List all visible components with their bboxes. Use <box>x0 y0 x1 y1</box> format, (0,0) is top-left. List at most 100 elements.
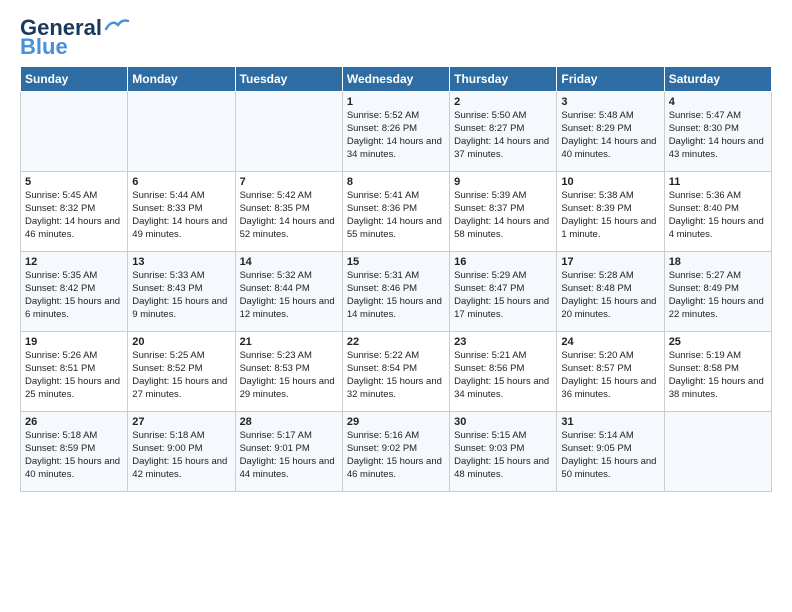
day-info: Sunrise: 5:41 AM Sunset: 8:36 PM Dayligh… <box>347 190 445 241</box>
header-row: SundayMondayTuesdayWednesdayThursdayFrid… <box>21 67 772 92</box>
day-number: 12 <box>25 256 123 268</box>
day-cell: 18 Sunrise: 5:27 AM Sunset: 8:49 PM Dayli… <box>664 252 771 332</box>
day-cell <box>664 412 771 492</box>
day-number: 10 <box>561 176 659 188</box>
day-info: Sunrise: 5:42 AM Sunset: 8:35 PM Dayligh… <box>240 190 338 241</box>
day-number: 22 <box>347 336 445 348</box>
day-cell: 10 Sunrise: 5:38 AM Sunset: 8:39 PM Dayli… <box>557 172 664 252</box>
day-cell <box>235 92 342 172</box>
day-cell: 29 Sunrise: 5:16 AM Sunset: 9:02 PM Dayli… <box>342 412 449 492</box>
day-cell: 13 Sunrise: 5:33 AM Sunset: 8:43 PM Dayli… <box>128 252 235 332</box>
day-info: Sunrise: 5:22 AM Sunset: 8:54 PM Dayligh… <box>347 350 445 401</box>
day-info: Sunrise: 5:36 AM Sunset: 8:40 PM Dayligh… <box>669 190 767 241</box>
day-info: Sunrise: 5:17 AM Sunset: 9:01 PM Dayligh… <box>240 430 338 481</box>
day-number: 28 <box>240 416 338 428</box>
day-info: Sunrise: 5:25 AM Sunset: 8:52 PM Dayligh… <box>132 350 230 401</box>
col-header-wednesday: Wednesday <box>342 67 449 92</box>
day-cell: 17 Sunrise: 5:28 AM Sunset: 8:48 PM Dayli… <box>557 252 664 332</box>
day-info: Sunrise: 5:15 AM Sunset: 9:03 PM Dayligh… <box>454 430 552 481</box>
day-cell: 14 Sunrise: 5:32 AM Sunset: 8:44 PM Dayli… <box>235 252 342 332</box>
day-number: 6 <box>132 176 230 188</box>
day-info: Sunrise: 5:26 AM Sunset: 8:51 PM Dayligh… <box>25 350 123 401</box>
day-cell: 21Sunrise: 5:23 AM Sunset: 8:53 PM Dayli… <box>235 332 342 412</box>
day-info: Sunrise: 5:38 AM Sunset: 8:39 PM Dayligh… <box>561 190 659 241</box>
day-info: Sunrise: 5:52 AM Sunset: 8:26 PM Dayligh… <box>347 110 445 161</box>
day-info: Sunrise: 5:31 AM Sunset: 8:46 PM Dayligh… <box>347 270 445 321</box>
day-info: Sunrise: 5:27 AM Sunset: 8:49 PM Dayligh… <box>669 270 767 321</box>
day-info: Sunrise: 5:50 AM Sunset: 8:27 PM Dayligh… <box>454 110 552 161</box>
day-info: Sunrise: 5:14 AM Sunset: 9:05 PM Dayligh… <box>561 430 659 481</box>
day-cell: 1 Sunrise: 5:52 AM Sunset: 8:26 PM Daylig… <box>342 92 449 172</box>
day-info: Sunrise: 5:18 AM Sunset: 8:59 PM Dayligh… <box>25 430 123 481</box>
day-number: 15 <box>347 256 445 268</box>
day-info: Sunrise: 5:32 AM Sunset: 8:44 PM Dayligh… <box>240 270 338 321</box>
day-info: Sunrise: 5:47 AM Sunset: 8:30 PM Dayligh… <box>669 110 767 161</box>
day-cell: 24 Sunrise: 5:20 AM Sunset: 8:57 PM Dayli… <box>557 332 664 412</box>
day-number: 14 <box>240 256 338 268</box>
day-number: 29 <box>347 416 445 428</box>
day-cell <box>128 92 235 172</box>
day-number: 24 <box>561 336 659 348</box>
day-info: Sunrise: 5:20 AM Sunset: 8:57 PM Dayligh… <box>561 350 659 401</box>
day-cell: 26Sunrise: 5:18 AM Sunset: 8:59 PM Dayli… <box>21 412 128 492</box>
day-cell: 4 Sunrise: 5:47 AM Sunset: 8:30 PM Daylig… <box>664 92 771 172</box>
day-number: 4 <box>669 96 767 108</box>
day-cell: 5 Sunrise: 5:45 AM Sunset: 8:32 PM Daylig… <box>21 172 128 252</box>
day-info: Sunrise: 5:35 AM Sunset: 8:42 PM Dayligh… <box>25 270 123 321</box>
day-info: Sunrise: 5:45 AM Sunset: 8:32 PM Dayligh… <box>25 190 123 241</box>
week-row-4: 19 Sunrise: 5:26 AM Sunset: 8:51 PM Dayli… <box>21 332 772 412</box>
day-info: Sunrise: 5:21 AM Sunset: 8:56 PM Dayligh… <box>454 350 552 401</box>
day-number: 5 <box>25 176 123 188</box>
day-cell: 8 Sunrise: 5:41 AM Sunset: 8:36 PM Daylig… <box>342 172 449 252</box>
day-cell: 16 Sunrise: 5:29 AM Sunset: 8:47 PM Dayli… <box>450 252 557 332</box>
day-number: 2 <box>454 96 552 108</box>
day-number: 8 <box>347 176 445 188</box>
day-number: 17 <box>561 256 659 268</box>
day-number: 1 <box>347 96 445 108</box>
day-number: 30 <box>454 416 552 428</box>
day-cell: 28 Sunrise: 5:17 AM Sunset: 9:01 PM Dayli… <box>235 412 342 492</box>
day-cell <box>21 92 128 172</box>
day-info: Sunrise: 5:16 AM Sunset: 9:02 PM Dayligh… <box>347 430 445 481</box>
col-header-saturday: Saturday <box>664 67 771 92</box>
col-header-thursday: Thursday <box>450 67 557 92</box>
day-number: 20 <box>132 336 230 348</box>
day-cell: 20 Sunrise: 5:25 AM Sunset: 8:52 PM Dayli… <box>128 332 235 412</box>
week-row-1: 1 Sunrise: 5:52 AM Sunset: 8:26 PM Daylig… <box>21 92 772 172</box>
day-info: Sunrise: 5:18 AM Sunset: 9:00 PM Dayligh… <box>132 430 230 481</box>
week-row-2: 5 Sunrise: 5:45 AM Sunset: 8:32 PM Daylig… <box>21 172 772 252</box>
header: General Blue <box>20 16 772 58</box>
day-number: 7 <box>240 176 338 188</box>
day-cell: 30 Sunrise: 5:15 AM Sunset: 9:03 PM Dayli… <box>450 412 557 492</box>
calendar-table: SundayMondayTuesdayWednesdayThursdayFrid… <box>20 66 772 492</box>
day-info: Sunrise: 5:28 AM Sunset: 8:48 PM Dayligh… <box>561 270 659 321</box>
day-cell: 19 Sunrise: 5:26 AM Sunset: 8:51 PM Dayli… <box>21 332 128 412</box>
col-header-tuesday: Tuesday <box>235 67 342 92</box>
logo-blue: Blue <box>20 36 68 58</box>
day-cell: 23 Sunrise: 5:21 AM Sunset: 8:56 PM Dayli… <box>450 332 557 412</box>
day-number: 16 <box>454 256 552 268</box>
day-number: 25 <box>669 336 767 348</box>
day-info: Sunrise: 5:33 AM Sunset: 8:43 PM Dayligh… <box>132 270 230 321</box>
logo-bird-icon <box>104 17 130 33</box>
day-number: 3 <box>561 96 659 108</box>
day-number: 18 <box>669 256 767 268</box>
day-number: 27 <box>132 416 230 428</box>
day-info: Sunrise: 5:39 AM Sunset: 8:37 PM Dayligh… <box>454 190 552 241</box>
day-cell: 27 Sunrise: 5:18 AM Sunset: 9:00 PM Dayli… <box>128 412 235 492</box>
col-header-monday: Monday <box>128 67 235 92</box>
week-row-5: 26Sunrise: 5:18 AM Sunset: 8:59 PM Dayli… <box>21 412 772 492</box>
day-info: Sunrise: 5:48 AM Sunset: 8:29 PM Dayligh… <box>561 110 659 161</box>
week-row-3: 12 Sunrise: 5:35 AM Sunset: 8:42 PM Dayli… <box>21 252 772 332</box>
day-cell: 12 Sunrise: 5:35 AM Sunset: 8:42 PM Dayli… <box>21 252 128 332</box>
day-info: Sunrise: 5:29 AM Sunset: 8:47 PM Dayligh… <box>454 270 552 321</box>
day-number: 31 <box>561 416 659 428</box>
day-number: 13 <box>132 256 230 268</box>
day-cell: 15 Sunrise: 5:31 AM Sunset: 8:46 PM Dayli… <box>342 252 449 332</box>
day-number: 19 <box>25 336 123 348</box>
day-cell: 22 Sunrise: 5:22 AM Sunset: 8:54 PM Dayli… <box>342 332 449 412</box>
day-cell: 6Sunrise: 5:44 AM Sunset: 8:33 PM Daylig… <box>128 172 235 252</box>
day-number: 23 <box>454 336 552 348</box>
page: General Blue SundayMondayTuesdayWednesda… <box>0 0 792 612</box>
day-info: Sunrise: 5:23 AM Sunset: 8:53 PM Dayligh… <box>240 350 338 401</box>
